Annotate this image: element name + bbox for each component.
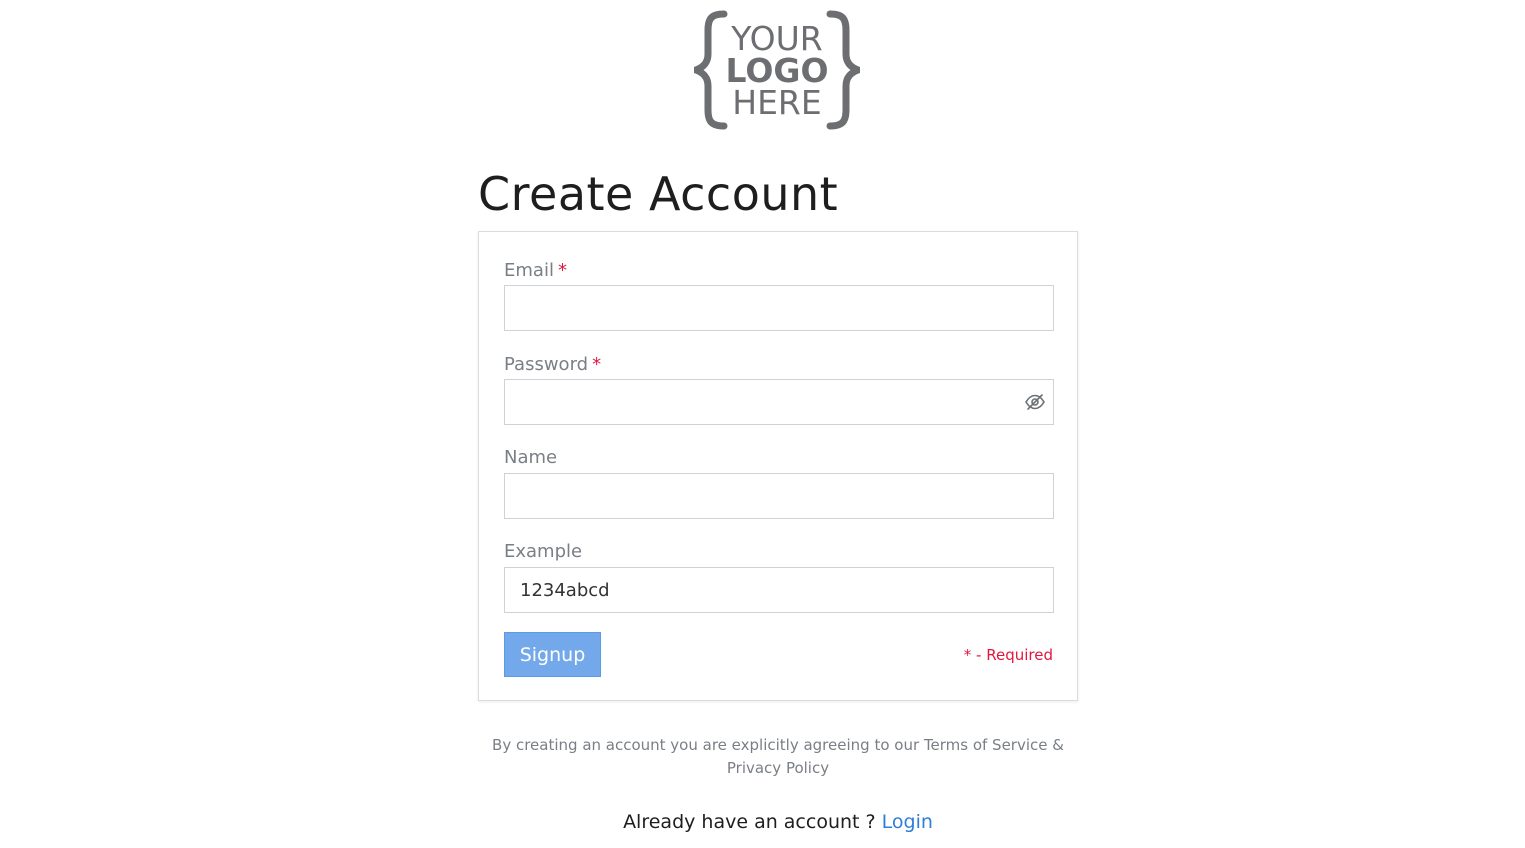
password-field[interactable] — [504, 379, 1054, 425]
logo-graphic: YOUR LOGO HERE — [694, 10, 860, 130]
terms-notice: By creating an account you are explicitl… — [492, 736, 1064, 777]
password-label-row: Password * — [504, 354, 601, 376]
login-link[interactable]: Login — [882, 811, 933, 833]
logo: YOUR LOGO HERE — [694, 10, 860, 130]
logo-line3: HERE — [732, 83, 821, 122]
email-required-marker: * — [557, 260, 567, 281]
example-field[interactable] — [504, 567, 1054, 613]
login-prompt: Already have an account ? — [623, 811, 876, 833]
name-field[interactable] — [504, 473, 1054, 519]
page-title: Create Account — [478, 167, 839, 221]
login-prompt-row: Already have an account ? Login — [478, 808, 1078, 836]
email-label-row: Email * — [504, 260, 567, 282]
email-label: Email — [504, 260, 554, 281]
signup-page: YOUR LOGO HERE Create Account Email * Pas… — [0, 0, 1525, 848]
eye-slash-icon[interactable] — [1024, 393, 1046, 411]
name-label: Name — [504, 447, 558, 468]
required-note: * - Required — [963, 646, 1053, 664]
example-label-row: Example — [504, 541, 582, 563]
name-label-row: Name — [504, 447, 557, 469]
signup-button[interactable]: Signup — [504, 632, 601, 677]
password-required-marker: * — [592, 354, 602, 375]
example-label: Example — [504, 541, 583, 562]
signup-form-card: Email* Password* Name Example Signup * -… — [478, 231, 1078, 701]
email-field[interactable] — [504, 285, 1054, 331]
password-label: Password — [504, 354, 589, 375]
